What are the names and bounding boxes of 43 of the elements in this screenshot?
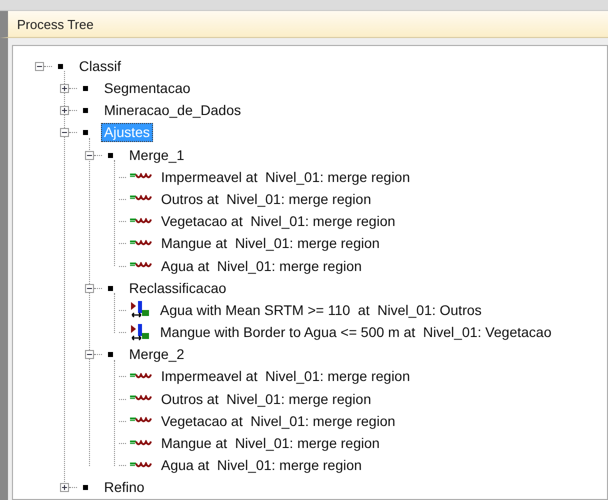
merge-icon <box>130 240 152 248</box>
expand-toggle[interactable] <box>60 84 69 94</box>
tree-item[interactable]: Classif <box>76 56 124 76</box>
panel-title: Process Tree <box>17 16 94 32</box>
collapse-toggle[interactable] <box>85 150 94 160</box>
bullet-icon <box>83 485 88 490</box>
bullet-icon <box>83 86 88 92</box>
tree-item[interactable]: Agua at Nivel_01: merge region <box>158 256 365 276</box>
merge-icon <box>130 462 152 470</box>
tree-item[interactable]: Agua with Mean SRTM >= 110 at Nivel_01: Outros <box>157 300 485 320</box>
tree-item[interactable]: Outros at Nivel_01: merge region <box>158 390 374 409</box>
tree-item[interactable]: Vegetacao at Nivel_01: merge region <box>158 412 398 431</box>
collapse-toggle[interactable] <box>60 128 69 138</box>
expand-toggle[interactable] <box>60 106 69 116</box>
tree-item[interactable]: Mangue with Border to Agua <= 500 m at Nivel_01: Vegetacao <box>157 323 554 342</box>
classify-icon <box>130 324 150 342</box>
tree-item[interactable]: Mineracao_de_Dados <box>101 101 244 120</box>
expand-toggle[interactable] <box>60 483 69 492</box>
tree-item[interactable]: Impermeavel at Nivel_01: merge region <box>158 168 414 187</box>
tree-item[interactable]: Agua at Nivel_01: merge region <box>158 456 365 476</box>
classify-icon <box>130 301 150 320</box>
bullet-icon <box>58 64 63 69</box>
merge-icon <box>130 218 152 226</box>
bullet-icon <box>108 352 113 358</box>
tree-item[interactable]: Reclassificacao <box>126 278 230 298</box>
collapse-toggle[interactable] <box>85 284 94 293</box>
bullet-icon <box>108 152 113 158</box>
tree-item[interactable]: Segmentacao <box>101 79 194 98</box>
bullet-icon <box>83 108 88 114</box>
collapse-toggle[interactable] <box>85 350 94 360</box>
tree-item[interactable]: Merge_1 <box>126 146 188 165</box>
tree-item[interactable]: Vegetacao at Nivel_01: merge region <box>158 212 398 232</box>
tree-item[interactable]: Outros at Nivel_01: merge region <box>158 190 374 209</box>
tree-item[interactable]: Merge_2 <box>126 345 188 364</box>
merge-icon <box>130 440 152 448</box>
bullet-icon <box>83 130 88 136</box>
tree-item[interactable]: Impermeavel at Nivel_01: merge region <box>158 367 414 386</box>
tree-item[interactable]: Mangue at Nivel_01: merge region <box>158 234 383 254</box>
tree-item[interactable]: Mangue at Nivel_01: merge region <box>158 434 383 454</box>
collapse-toggle[interactable] <box>35 62 44 71</box>
merge-icon <box>130 372 152 381</box>
tree-item[interactable]: Refino <box>101 478 148 498</box>
bullet-icon <box>108 286 113 291</box>
